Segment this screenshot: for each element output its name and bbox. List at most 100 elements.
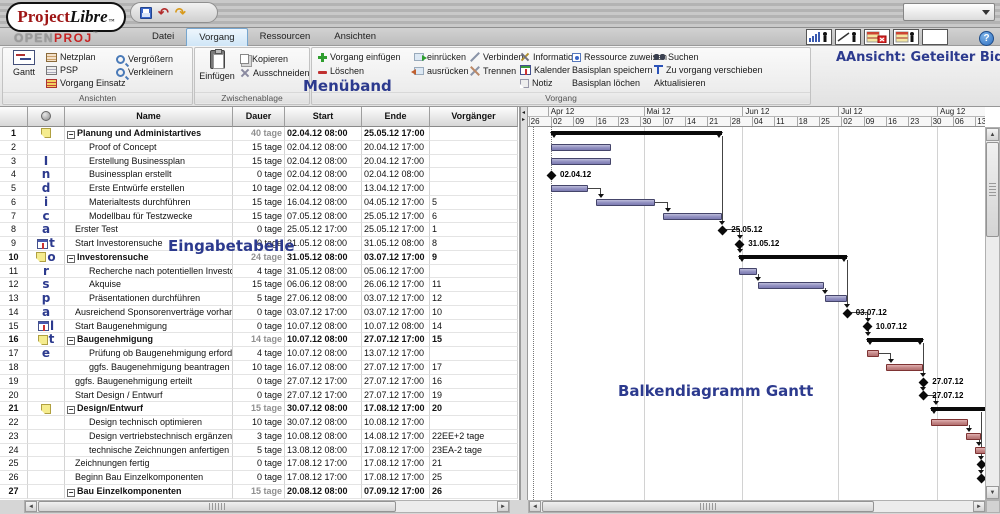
indicator-cell[interactable]: I	[28, 155, 65, 169]
row-number[interactable]: 6	[0, 196, 28, 210]
end-cell[interactable]: 31.05.12 08:00	[362, 237, 430, 251]
table-row[interactable]: 24technische Zeichnungen anfertigen5 tag…	[0, 444, 519, 458]
scroll-up-button[interactable]: ▲	[986, 128, 999, 141]
table-row[interactable]: 12sAkquise15 tage06.06.12 08:0026.06.12 …	[0, 278, 519, 292]
start-cell[interactable]: 13.08.12 08:00	[285, 444, 362, 458]
duration-cell[interactable]: 4 tage	[233, 265, 285, 279]
collapse-expander[interactable]: −	[67, 131, 75, 139]
scroll-right-button[interactable]: ►	[497, 501, 509, 512]
predecessor-cell[interactable]	[430, 347, 518, 361]
indicator-cell[interactable]: p	[28, 292, 65, 306]
gantt-button[interactable]: Gantt	[6, 50, 42, 77]
clear-baseline-button[interactable]: Basisplan löchen	[572, 77, 640, 89]
start-cell[interactable]: 30.07.12 08:00	[285, 402, 362, 416]
indicator-cell[interactable]	[28, 375, 65, 389]
end-cell[interactable]: 10.07.12 08:00	[362, 320, 430, 334]
vorgang-einsatz-button[interactable]: Vorgang Einsatz	[46, 77, 126, 89]
duration-cell[interactable]: 0 tage	[233, 389, 285, 403]
milestone-diamond[interactable]	[862, 322, 872, 332]
task-name-cell[interactable]: Design vertriebstechnisch ergänzen	[65, 430, 233, 444]
outdent-button[interactable]: ausrücken	[414, 65, 469, 77]
gantt-task-bar[interactable]	[739, 268, 757, 275]
start-cell[interactable]: 31.05.12 08:00	[285, 237, 362, 251]
row-number[interactable]: 27	[0, 485, 28, 499]
duration-cell[interactable]: 10 tage	[233, 361, 285, 375]
end-cell[interactable]: 27.07.12 17:00	[362, 375, 430, 389]
zoom-in-button[interactable]: Vergrößern	[116, 53, 173, 65]
indicator-cell[interactable]: r	[28, 265, 65, 279]
predecessor-cell[interactable]	[430, 265, 518, 279]
end-cell[interactable]: 13.07.12 17:00	[362, 347, 430, 361]
indicator-cell[interactable]	[28, 389, 65, 403]
splitter-left-arrow-icon[interactable]: ◂	[522, 110, 525, 116]
table-close-view-button[interactable]	[864, 29, 890, 45]
end-cell[interactable]: 04.05.12 17:00	[362, 196, 430, 210]
tab-vorgang[interactable]: Vorgang	[186, 28, 247, 46]
task-name-cell[interactable]: Akquise	[65, 278, 233, 292]
insert-task-button[interactable]: Vorgang einfügen	[318, 51, 401, 63]
row-number[interactable]: 22	[0, 416, 28, 430]
milestone-diamond[interactable]	[977, 474, 985, 484]
gantt-critical-task-bar[interactable]	[966, 433, 981, 440]
predecessor-cell[interactable]	[430, 155, 518, 169]
scroll-right-button[interactable]: ►	[973, 501, 985, 512]
table-row[interactable]: 16t−Baugenehmigung14 tage10.07.12 08:002…	[0, 333, 519, 347]
header-Dauer[interactable]: Dauer	[233, 107, 285, 127]
row-number[interactable]: 21	[0, 402, 28, 416]
predecessor-cell[interactable]: 15	[430, 333, 518, 347]
end-cell[interactable]: 25.05.12 17:00	[362, 127, 430, 141]
task-name-cell[interactable]: −Bau Einzelkomponenten	[65, 485, 233, 499]
predecessor-cell[interactable]: 6	[430, 210, 518, 224]
tab-ressourcen[interactable]: Ressourcen	[248, 28, 323, 46]
start-cell[interactable]: 27.07.12 17:00	[285, 389, 362, 403]
start-cell[interactable]: 27.06.12 08:00	[285, 292, 362, 306]
predecessor-cell[interactable]	[430, 168, 518, 182]
row-number[interactable]: 17	[0, 347, 28, 361]
task-name-cell[interactable]: Ausreichend Sponsorenverträge vorhanden	[65, 306, 233, 320]
end-cell[interactable]: 13.04.12 17:00	[362, 182, 430, 196]
gantt-task-bar[interactable]	[758, 282, 824, 289]
indicator-cell[interactable]	[28, 430, 65, 444]
table-row[interactable]: 1−Planung und Administartives40 tage02.0…	[0, 127, 519, 141]
scroll-down-button[interactable]: ▼	[986, 486, 999, 499]
scroll-to-task-button[interactable]: Zu vorgang verschieben	[654, 64, 763, 76]
task-name-cell[interactable]: Prüfung ob Baugenehmigung erforderlich	[65, 347, 233, 361]
title-dropdown[interactable]	[903, 3, 995, 21]
end-cell[interactable]: 20.04.12 17:00	[362, 155, 430, 169]
start-cell[interactable]: 16.07.12 08:00	[285, 361, 362, 375]
link-button[interactable]: Verbinden	[470, 51, 524, 63]
indicator-cell[interactable]: t	[28, 237, 65, 251]
row-number[interactable]: 26	[0, 471, 28, 485]
duration-cell[interactable]: 5 tage	[233, 444, 285, 458]
help-button[interactable]: ?	[979, 31, 994, 46]
indicator-cell[interactable]	[28, 416, 65, 430]
duration-cell[interactable]: 15 tage	[233, 155, 285, 169]
start-cell[interactable]: 10.08.12 08:00	[285, 430, 362, 444]
row-number[interactable]: 24	[0, 444, 28, 458]
start-cell[interactable]: 02.04.12 08:00	[285, 141, 362, 155]
duration-cell[interactable]: 10 tage	[233, 182, 285, 196]
row-number[interactable]: 2	[0, 141, 28, 155]
duration-cell[interactable]: 14 tage	[233, 333, 285, 347]
predecessor-cell[interactable]: 10	[430, 306, 518, 320]
predecessor-cell[interactable]: 14	[430, 320, 518, 334]
duration-cell[interactable]: 15 tage	[233, 141, 285, 155]
table-row[interactable]: 13pPräsentationen durchführen5 tage27.06…	[0, 292, 519, 306]
task-name-cell[interactable]: Präsentationen durchführen	[65, 292, 233, 306]
milestone-diamond[interactable]	[977, 460, 985, 470]
task-name-cell[interactable]: Erster Test	[65, 223, 233, 237]
gantt-task-bar[interactable]	[663, 213, 723, 220]
duration-cell[interactable]: 15 tage	[233, 210, 285, 224]
calendar-button[interactable]: Kalender	[520, 64, 570, 76]
row-number[interactable]: 7	[0, 210, 28, 224]
gantt-summary-bar[interactable]	[931, 407, 985, 411]
gantt-task-bar[interactable]	[551, 158, 611, 165]
end-cell[interactable]: 25.05.12 17:00	[362, 210, 430, 224]
task-name-cell[interactable]: Erstellung Businessplan	[65, 155, 233, 169]
row-number[interactable]: 5	[0, 182, 28, 196]
row-number[interactable]: 10	[0, 251, 28, 265]
horizontal-scroll-thumb[interactable]	[38, 501, 396, 512]
psp-button[interactable]: PSP	[46, 64, 78, 76]
chart-view-button[interactable]	[835, 29, 861, 45]
predecessor-cell[interactable]: 8	[430, 237, 518, 251]
